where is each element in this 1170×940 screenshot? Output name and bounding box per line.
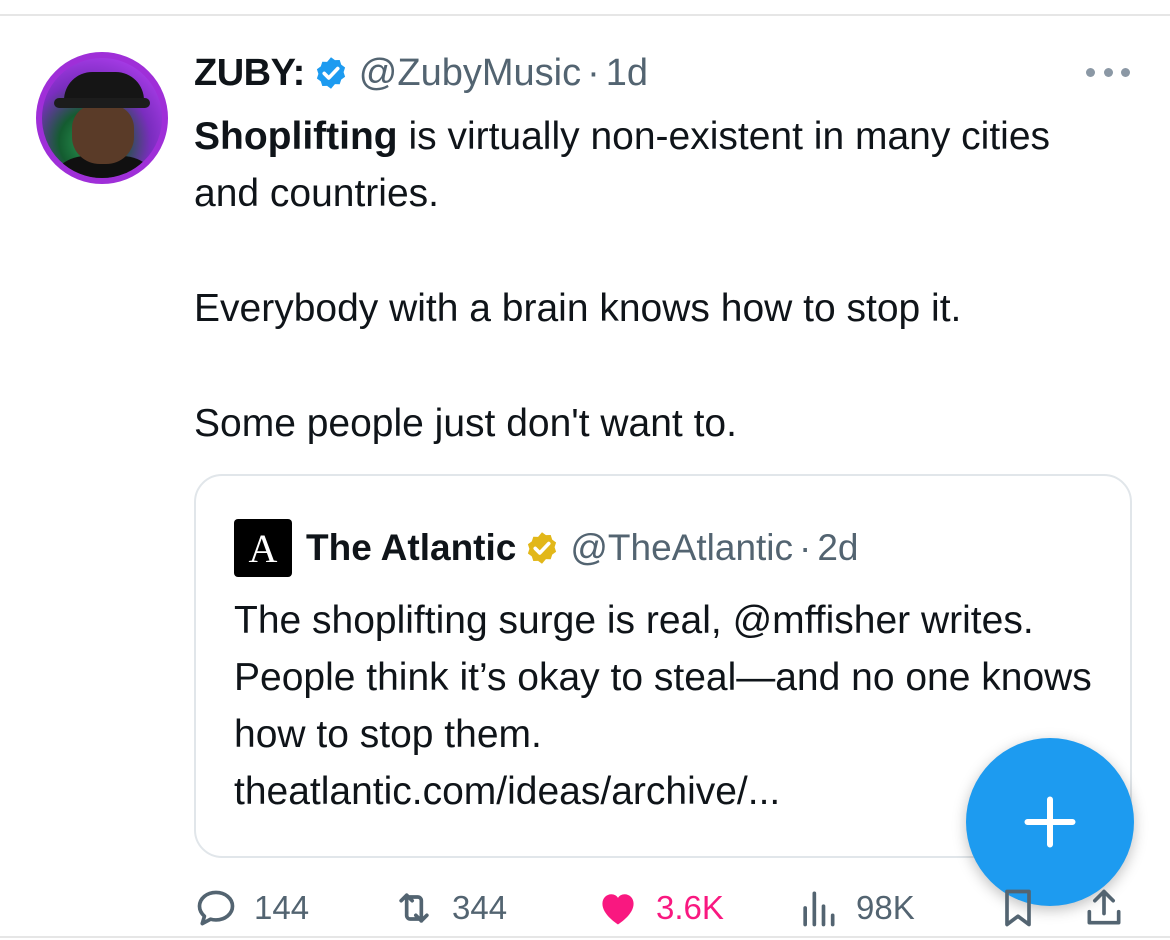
quote-author-logo: A: [234, 519, 292, 577]
more-dot: [1121, 67, 1130, 77]
tweet-text: Shoplifting is virtually non-existent in…: [194, 108, 1114, 452]
quote-text: The shoplifting surge is real, @mffisher…: [234, 599, 1092, 756]
share-icon[interactable]: [1082, 886, 1126, 930]
more-dot: [1103, 67, 1113, 77]
tweet-timestamp[interactable]: 1d: [606, 52, 648, 95]
top-divider: [0, 14, 1170, 16]
like-count: 3.6K: [656, 889, 724, 926]
views-chart-icon: [803, 891, 835, 927]
reply-button[interactable]: 144: [194, 880, 309, 936]
verified-badge-icon: [316, 57, 345, 89]
tweet-line-2: Everybody with a brain knows how to stop…: [194, 287, 962, 330]
tweet-line-3: Some people just don't want to.: [194, 402, 737, 445]
like-button[interactable]: 3.6K: [596, 880, 724, 936]
quote-link[interactable]: theatlantic.com/ideas/archive/...: [234, 770, 780, 813]
author-avatar[interactable]: [36, 52, 168, 184]
quote-author-name: The Atlantic: [306, 527, 517, 568]
tweet-header: ZUBY: @ZubyMusic · 1d: [194, 46, 648, 100]
avatar-cap-brim: [54, 98, 150, 108]
tweet-actions: 144 344 3.6K 98K: [0, 880, 1170, 936]
tweet-line-1: Shoplifting is virtually non-existent in…: [194, 108, 1114, 222]
heart-icon: [602, 894, 634, 925]
more-dot: [1086, 67, 1095, 77]
reply-icon: [197, 890, 235, 926]
retweet-icon: [399, 893, 429, 923]
header-separator: ·: [587, 51, 600, 94]
views-count: 98K: [856, 889, 915, 926]
author-name[interactable]: ZUBY:: [194, 52, 305, 95]
avatar-face: [72, 104, 134, 164]
verified-gold-badge-icon: [528, 532, 557, 564]
retweet-count: 344: [452, 889, 508, 926]
author-handle[interactable]: @ZubyMusic: [359, 52, 581, 95]
views-button[interactable]: 98K: [796, 880, 915, 936]
bookmark-icon[interactable]: [996, 886, 1040, 930]
tweet-bold-lead: Shoplifting: [194, 115, 398, 158]
quote-author-handle: @TheAtlantic: [570, 527, 794, 568]
quote-timestamp: 2d: [817, 527, 859, 568]
retweet-button[interactable]: 344: [392, 880, 507, 936]
quote-separator: ·: [799, 527, 812, 568]
quote-header: A The Atlantic @TheAtlantic · 2d: [234, 519, 859, 577]
bottom-divider: [0, 936, 1170, 938]
more-horizontal-icon[interactable]: [1086, 62, 1130, 82]
reply-count: 144: [254, 889, 310, 926]
plus-icon: [1024, 796, 1076, 848]
